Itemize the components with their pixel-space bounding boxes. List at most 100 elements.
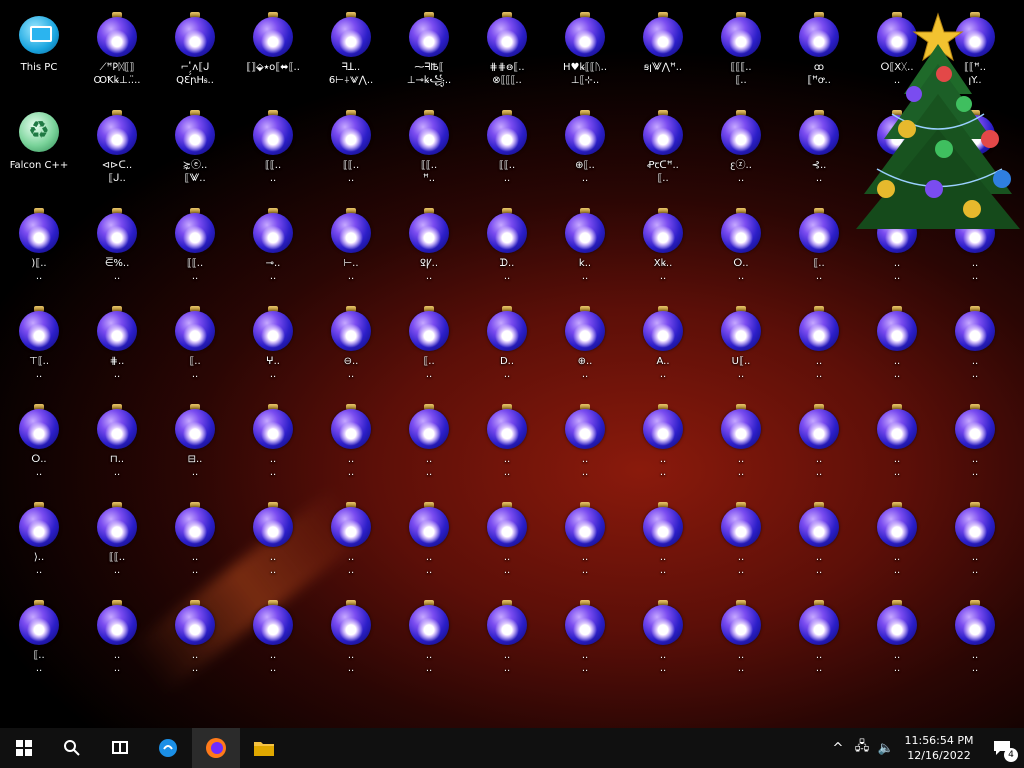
christmas-tree-widget[interactable] <box>852 4 1024 236</box>
task-view-button[interactable] <box>96 728 144 768</box>
desktop-icon[interactable]: ⟦⟦.. .. <box>78 494 156 592</box>
desktop-icon[interactable]: ⟦⟦.. .. <box>234 102 312 200</box>
desktop-icon[interactable]: ⁓ᖷꙒ⟦ ⊥⊸ꝃ꧁.. <box>390 4 468 102</box>
desktop-icon[interactable]: ꝾꝨ.. .. <box>390 200 468 298</box>
desktop-icon[interactable]: ⋕.. .. <box>78 298 156 396</box>
volume-icon[interactable]: 🔈 <box>874 741 898 756</box>
desktop-icon[interactable]: ⟦.. .. <box>156 298 234 396</box>
desktop-icon[interactable]: .. .. <box>624 592 702 690</box>
desktop-icon[interactable]: ⊢.. .. <box>312 200 390 298</box>
desktop-icon[interactable]: ꜫⓩ.. .. <box>702 102 780 200</box>
desktop-icon[interactable]: ⊲⊳ᑕ.. ⟦ᒍ.. <box>78 102 156 200</box>
desktop-icon[interactable]: ꝏ ⟦ꟸꝍ.. <box>780 4 858 102</box>
desktop-icon[interactable]: .. .. <box>156 494 234 592</box>
desktop-icon[interactable]: U⟦.. .. <box>702 298 780 396</box>
desktop-icon[interactable]: ⟦.. .. <box>780 200 858 298</box>
desktop-icon[interactable]: ⋩ⓔ.. ⟦⨈.. <box>156 102 234 200</box>
clock[interactable]: 11:56:54 PM 12/16/2022 <box>898 733 980 763</box>
desktop-icon[interactable]: ⟦⟦.. .. <box>468 102 546 200</box>
desktop-icon[interactable]: .. .. <box>858 592 936 690</box>
desktop-icon[interactable]: .. .. <box>624 494 702 592</box>
desktop-icon[interactable]: .. .. <box>936 298 1014 396</box>
desktop-icon[interactable]: .. .. <box>858 396 936 494</box>
desktop-icon[interactable]: .. .. <box>234 592 312 690</box>
desktop-icon[interactable]: ᗪ.. .. <box>468 200 546 298</box>
desktop-icon[interactable]: .. .. <box>780 298 858 396</box>
desktop-icon[interactable]: .. .. <box>234 494 312 592</box>
icon-falcon-cpp[interactable]: Falcon C++ <box>0 102 78 200</box>
desktop-icon[interactable]: .. .. <box>312 592 390 690</box>
desktop-icon[interactable]: .. .. <box>858 298 936 396</box>
desktop-icon[interactable]: ⊕.. .. <box>546 298 624 396</box>
desktop-icon[interactable]: ⟋ꟸ𐌓ᛞ⟦⟧ ꝎꝀꝃ⊥..̈.. <box>78 4 156 102</box>
desktop-icon[interactable]: D.. .. <box>468 298 546 396</box>
desktop-icon[interactable]: Ꝓꞇᑕꟸ.. ⟦.. <box>624 102 702 200</box>
desktop-icon[interactable]: .. .. <box>390 494 468 592</box>
desktop-icon[interactable]: k.. .. <box>546 200 624 298</box>
notification-center-button[interactable]: 4 <box>980 728 1024 768</box>
desktop-icon[interactable]: .. .. <box>780 494 858 592</box>
tray-chevron-icon[interactable]: ^ <box>826 741 850 756</box>
desktop-icon[interactable]: ⵔ.. .. <box>0 396 78 494</box>
desktop-icon[interactable]: ⊖.. .. <box>312 298 390 396</box>
desktop-icon[interactable]: ꞩꞁ⨈⋀ꟸ.. <box>624 4 702 102</box>
desktop-icon[interactable]: .. .. <box>780 592 858 690</box>
ornament-icon <box>639 206 687 254</box>
desktop-icon[interactable]: .. .. <box>156 592 234 690</box>
desktop-icon[interactable]: ⟦⟦.. .. <box>156 200 234 298</box>
desktop-icon[interactable]: ⋕⋕ꙫ⟦.. ⊗⟦⟦⟦.. <box>468 4 546 102</box>
desktop-icon[interactable]: ⟦⟦⟦.. ⟦.. <box>702 4 780 102</box>
desktop-icon[interactable]: ⊰.. .. <box>780 102 858 200</box>
firefox-button[interactable] <box>192 728 240 768</box>
desktop-icon[interactable]: .. .. <box>624 396 702 494</box>
desktop-icon[interactable]: .. .. <box>390 396 468 494</box>
desktop-icon[interactable]: .. .. <box>468 494 546 592</box>
desktop-icon[interactable]: .. .. <box>234 396 312 494</box>
desktop-icon[interactable]: .. .. <box>546 494 624 592</box>
desktop-icon[interactable]: .. .. <box>312 396 390 494</box>
desktop-icon[interactable]: ⟩.. .. <box>0 494 78 592</box>
desktop-icon[interactable]: ᖷꓕ.. 6⊢⍭⨈⋀.. <box>312 4 390 102</box>
desktop-icon[interactable]: .. .. <box>936 494 1014 592</box>
desktop-icon[interactable]: ⊸.. .. <box>234 200 312 298</box>
desktop-icon[interactable]: .. .. <box>936 396 1014 494</box>
desktop-icon[interactable]: .. .. <box>390 592 468 690</box>
network-icon[interactable]: 🖧 <box>850 737 874 759</box>
notification-count-badge: 4 <box>1004 748 1018 762</box>
taskbar: ^ 🖧 🔈 11:56:54 PM 12/16/2022 4 <box>0 728 1024 768</box>
desktop-icon[interactable]: .. .. <box>312 494 390 592</box>
desktop-icon[interactable]: ⵔ.. .. <box>702 200 780 298</box>
desktop-icon[interactable]: .. .. <box>780 396 858 494</box>
start-button[interactable] <box>0 728 48 768</box>
desktop-icon[interactable]: ⟦⟧⬙⭑o⟦⬌⟦.. <box>234 4 312 102</box>
file-explorer-button[interactable] <box>240 728 288 768</box>
desktop-icon[interactable]: ⊤⟦.. .. <box>0 298 78 396</box>
desktop-icon[interactable]: ⟦⟦.. .. <box>312 102 390 200</box>
icon-this-pc[interactable]: This PC <box>0 4 78 102</box>
edge-button[interactable] <box>144 728 192 768</box>
desktop-icon[interactable]: .. .. <box>546 396 624 494</box>
desktop-icon[interactable]: .. .. <box>702 494 780 592</box>
desktop-icon[interactable]: .. .. <box>468 396 546 494</box>
desktop-icon[interactable]: A.. .. <box>624 298 702 396</box>
desktop-icon[interactable]: .. .. <box>702 592 780 690</box>
desktop-icon[interactable]: .. .. <box>702 396 780 494</box>
desktop-icon[interactable]: ⟦⟦.. ꟸ.. <box>390 102 468 200</box>
desktop-icon[interactable]: ⊓.. .. <box>78 396 156 494</box>
desktop-icon[interactable]: .. .. <box>858 494 936 592</box>
desktop-icon[interactable]: ⋶%.. .. <box>78 200 156 298</box>
desktop-icon[interactable]: .. .. <box>936 592 1014 690</box>
desktop-icon[interactable]: ⊟.. .. <box>156 396 234 494</box>
desktop-icon[interactable]: .. .. <box>78 592 156 690</box>
desktop-icon[interactable]: ⵖ.. .. <box>234 298 312 396</box>
desktop-icon[interactable]: Xꝃ.. .. <box>624 200 702 298</box>
desktop-icon[interactable]: ⟦.. .. <box>390 298 468 396</box>
search-button[interactable] <box>48 728 96 768</box>
desktop-icon[interactable]: ⟦.. .. <box>0 592 78 690</box>
desktop-icon[interactable]: .. .. <box>546 592 624 690</box>
desktop-icon[interactable]: H♥ꝃ⟦⟦ᚢ.. ⊥⟦⊹.. <box>546 4 624 102</box>
desktop-icon[interactable]: ⊕⟦.. .. <box>546 102 624 200</box>
desktop-icon[interactable]: )⟦.. .. <box>0 200 78 298</box>
desktop-icon[interactable]: .. .. <box>468 592 546 690</box>
desktop-icon[interactable]: ⌐ ̗̗̔ʌ⟦ᒍ QƐꞃHꭶ.. <box>156 4 234 102</box>
